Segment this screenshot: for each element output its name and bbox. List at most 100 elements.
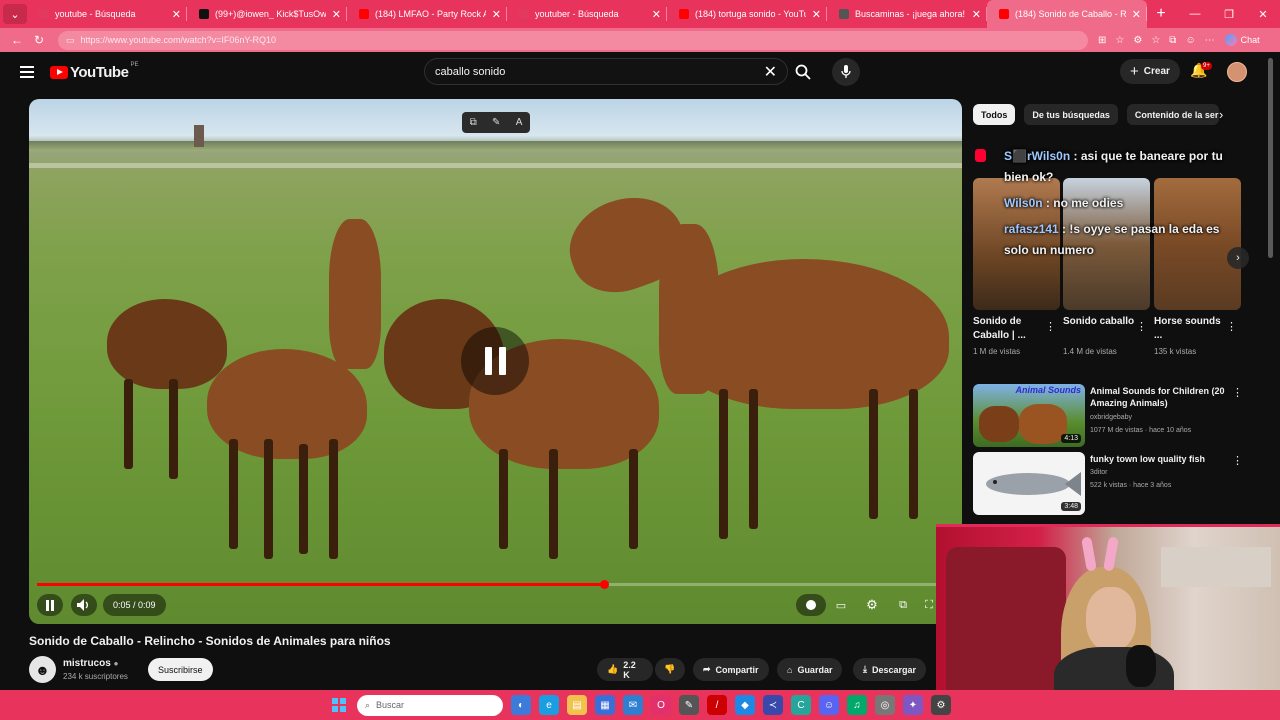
- voice-search-button[interactable]: [832, 58, 860, 86]
- dislike-button[interactable]: 👎: [655, 658, 685, 681]
- app-icon[interactable]: ✦: [903, 695, 923, 715]
- chip-todos[interactable]: Todos: [973, 104, 1016, 125]
- site-info-icon[interactable]: ▭: [66, 35, 75, 46]
- vscode-icon[interactable]: ≺: [763, 695, 783, 715]
- channel-name[interactable]: mistrucos ●: [63, 658, 118, 669]
- big-pause-icon[interactable]: [461, 327, 529, 395]
- progress-bar[interactable]: [37, 580, 937, 589]
- browser-tab[interactable]: (184) Sonido de Caballo - Rel ✕: [987, 0, 1147, 28]
- profile-icon[interactable]: ☺: [1185, 35, 1195, 46]
- tab-title: Buscaminas - ¡juega ahora!: [855, 9, 966, 19]
- search-input[interactable]: [435, 65, 764, 78]
- share-icon: ➦: [703, 664, 711, 674]
- search-button[interactable]: [788, 58, 818, 85]
- youtube-logo[interactable]: YouTube PE: [50, 62, 138, 81]
- short-title-3[interactable]: Horse sounds ...: [1154, 315, 1226, 343]
- subscribe-button[interactable]: Suscribirse: [148, 658, 213, 681]
- subtitles-icon[interactable]: ▭: [830, 594, 852, 616]
- tab-close-icon[interactable]: ✕: [332, 8, 341, 21]
- page-scrollbar[interactable]: [1268, 58, 1273, 258]
- menu-icon[interactable]: [20, 66, 34, 78]
- notes-icon[interactable]: ✎: [492, 117, 500, 128]
- pause-button[interactable]: [37, 594, 63, 616]
- fullscreen-icon[interactable]: ⛶: [922, 594, 936, 616]
- share-button[interactable]: ➦ Compartir: [693, 658, 769, 681]
- browser-tab[interactable]: youtuber - Búsqueda ✕: [507, 0, 667, 28]
- rec-menu-icon[interactable]: ⋮: [1232, 386, 1243, 399]
- tab-close-icon[interactable]: ✕: [652, 8, 661, 21]
- clear-search-icon[interactable]: ✕: [764, 62, 777, 82]
- rec-title-1[interactable]: Animal Sounds for Children (20 Amazing A…: [1090, 385, 1226, 409]
- app-icon[interactable]: C: [791, 695, 811, 715]
- file-explorer-icon[interactable]: ▤: [567, 695, 587, 715]
- rec-channel-1[interactable]: oxbridgebaby: [1090, 414, 1132, 421]
- tab-close-icon[interactable]: ✕: [492, 8, 501, 21]
- collections-icon[interactable]: ⧉: [1169, 35, 1176, 46]
- maximize-icon[interactable]: ❐: [1212, 0, 1246, 28]
- rec-title-2[interactable]: funky town low quality fish: [1090, 453, 1226, 465]
- account-avatar[interactable]: [1227, 62, 1247, 82]
- edge-icon[interactable]: e: [539, 695, 559, 715]
- short-views-3: 135 k vistas: [1154, 347, 1197, 356]
- app-icon[interactable]: ◎: [875, 695, 895, 715]
- new-tab-button[interactable]: +: [1147, 5, 1175, 23]
- rec-menu-icon[interactable]: ⋮: [1232, 454, 1243, 467]
- browser-tab[interactable]: Buscaminas - ¡juega ahora! ✕: [827, 0, 987, 28]
- copilot-chat-button[interactable]: Chat: [1224, 34, 1260, 46]
- taskbar-search[interactable]: ⌕ Buscar: [357, 694, 503, 716]
- spotify-icon[interactable]: ♫: [847, 695, 867, 715]
- short-menu-icon[interactable]: ⋮: [1136, 320, 1147, 333]
- autoplay-toggle[interactable]: [796, 594, 826, 616]
- app-available-icon[interactable]: ⊞: [1098, 35, 1106, 46]
- url-field[interactable]: ▭ https://www.youtube.com/watch?v=IF06nY…: [58, 30, 1088, 50]
- discord-icon[interactable]: ☺: [819, 695, 839, 715]
- opera-icon[interactable]: O: [651, 695, 671, 715]
- translate-icon[interactable]: A: [516, 117, 523, 128]
- notepad-icon[interactable]: ✎: [679, 695, 699, 715]
- browser-tab[interactable]: (184) tortuga sonido - YouTube ✕: [667, 0, 827, 28]
- rec-thumb-2[interactable]: 3:48: [973, 452, 1085, 515]
- reload-icon[interactable]: ↻: [28, 33, 50, 47]
- short-menu-icon[interactable]: ⋮: [1226, 320, 1237, 333]
- like-button[interactable]: 👍 2.2 K: [597, 658, 653, 681]
- download-button[interactable]: ⤓ Descargar: [853, 658, 927, 681]
- copilot-taskbar-icon[interactable]: ◐: [511, 695, 531, 715]
- channel-avatar[interactable]: ☻: [29, 656, 56, 683]
- app-icon[interactable]: /: [707, 695, 727, 715]
- short-title-1[interactable]: Sonido de Caballo | ...: [973, 315, 1045, 343]
- store-icon[interactable]: ▦: [595, 695, 615, 715]
- back-icon[interactable]: ←: [6, 33, 28, 47]
- rec-thumb-1[interactable]: Animal Sounds 4:13: [973, 384, 1085, 447]
- close-window-icon[interactable]: ✕: [1246, 0, 1280, 28]
- browser-tab[interactable]: youtube - Búsqueda ✕: [27, 0, 187, 28]
- tab-close-icon[interactable]: ✕: [1132, 8, 1141, 21]
- extension-icon[interactable]: ⚙: [1133, 35, 1142, 46]
- settings-icon[interactable]: ⚙: [931, 695, 951, 715]
- miniplayer-icon[interactable]: ⧉: [892, 594, 914, 616]
- rec-channel-2[interactable]: 3ditor: [1090, 469, 1108, 476]
- browser-tab[interactable]: (184) LMFAO - Party Rock Anthem ✕: [347, 0, 507, 28]
- create-button[interactable]: + Crear: [1120, 59, 1180, 84]
- minimize-icon[interactable]: —: [1178, 0, 1212, 28]
- more-icon[interactable]: ⋯: [1205, 35, 1215, 46]
- tab-close-icon[interactable]: ✕: [972, 8, 981, 21]
- start-icon[interactable]: [329, 695, 349, 715]
- save-button[interactable]: ⌂ Guardar: [777, 658, 843, 681]
- short-title-2[interactable]: Sonido caballo: [1063, 315, 1135, 329]
- chip-de-tus-busquedas[interactable]: De tus búsquedas: [1024, 104, 1118, 125]
- pip-icon[interactable]: ⧉: [470, 117, 477, 128]
- tab-close-icon[interactable]: ✕: [812, 8, 821, 21]
- short-menu-icon[interactable]: ⋮: [1045, 320, 1056, 333]
- progress-scrubber[interactable]: [600, 580, 609, 589]
- favorite-icon[interactable]: ☆: [1115, 35, 1124, 46]
- chips-next-icon[interactable]: ›: [1219, 107, 1223, 122]
- app-icon[interactable]: ◆: [735, 695, 755, 715]
- volume-button[interactable]: [71, 594, 97, 616]
- chip-contenido-de-la-serie[interactable]: Contenido de la ser: [1126, 104, 1219, 125]
- favorites-bar-icon[interactable]: ☆: [1151, 35, 1160, 46]
- tab-menu-button[interactable]: ⌄: [3, 4, 27, 24]
- tab-close-icon[interactable]: ✕: [172, 8, 181, 21]
- settings-gear-icon[interactable]: ⚙: [861, 594, 883, 616]
- mail-icon[interactable]: ✉: [623, 695, 643, 715]
- browser-tab[interactable]: (99+)@iowen_ Kick$TusOwen/ ig ✕: [187, 0, 347, 28]
